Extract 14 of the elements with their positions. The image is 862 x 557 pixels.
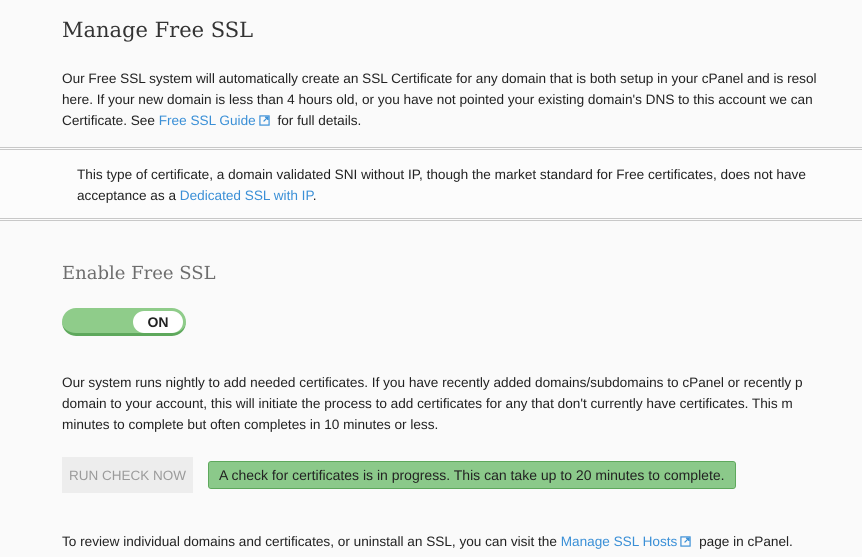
external-link-icon <box>258 115 270 126</box>
nightly-text: Our system runs nightly to add needed certificates. If you have recently added domains/subdomains to cPanel or recently p domain to your account, this will initiate the process to add certificates for any that don't currently have certificates. This m minutes to complete but often completes in 10 minutes or less. <box>62 374 803 434</box>
progress-alert: A check for certificates is in progress. This can take up to 20 minutes to complete. <box>208 461 736 489</box>
toggle-label: ON <box>133 311 183 333</box>
link[interactable]: Dedicated SSL with IP <box>180 188 313 203</box>
external-link-icon <box>680 536 692 547</box>
intro-text: Our Free SSL system will automatically create an SSL Certificate for any domain that is both setup in your cPanel and is resol here. If your new domain is less than 4 hours old, or you have not pointed your existing domain's DNS to this account we can Certificate. See Free SSL Guide for full details. <box>62 70 817 130</box>
link[interactable]: Manage SSL Hosts <box>560 534 678 549</box>
page-title: Manage Free SSL <box>62 18 254 42</box>
link[interactable]: Free SSL Guide <box>158 113 256 128</box>
section-heading: Enable Free SSL <box>62 263 216 284</box>
footer-text: To review individual domains and certificates, or uninstall an SSL, you can visit the Manage SSL Hosts page in cPanel. <box>62 533 793 551</box>
notice-text: This type of certificate, a domain validated SNI without IP, though the market standard for Free certificates, does not have acceptance as a Dedicated SSL with IP. <box>77 166 806 205</box>
toggle-switch[interactable]: ON <box>62 308 186 336</box>
